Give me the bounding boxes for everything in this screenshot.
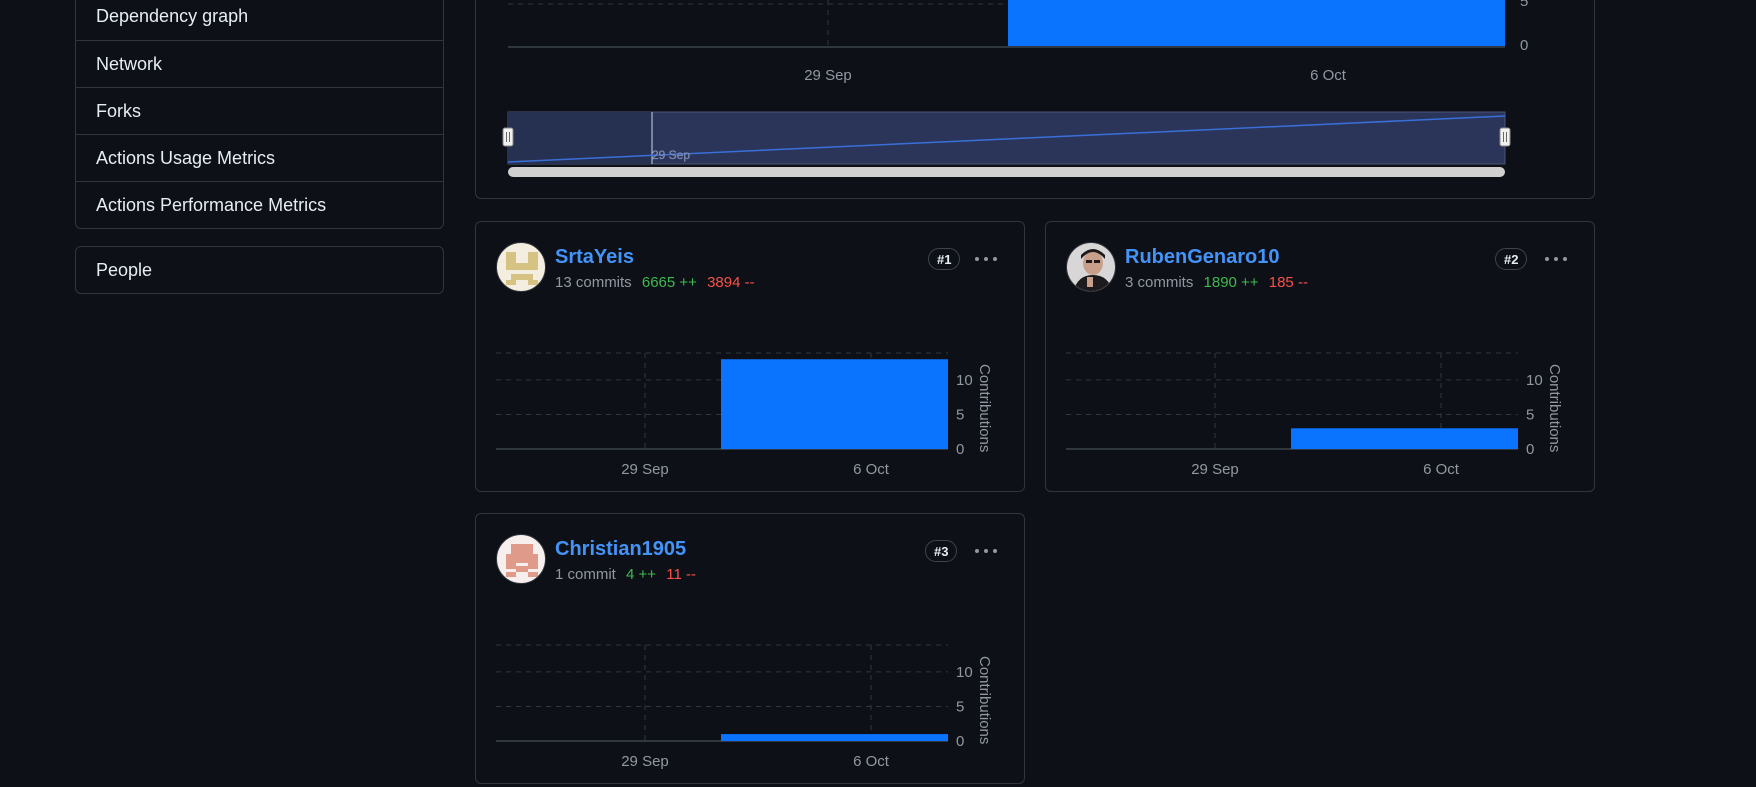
y-tick-label: 0: [956, 441, 964, 458]
y-tick-label: 10: [956, 664, 973, 681]
rank-badge: #1: [928, 248, 961, 270]
range-handle-left[interactable]: [502, 127, 514, 147]
contributor-card: SrtaYeis 13 commits 6665 ++ 3894 -- #1 1…: [475, 221, 1025, 492]
contribution-bar: [721, 734, 948, 741]
additions-count: 4 ++: [626, 566, 657, 583]
contribution-bar: [1291, 428, 1518, 449]
additions-count: 1890 ++: [1203, 274, 1259, 291]
range-navigator-label: 29 Sep: [652, 148, 690, 162]
x-tick-label: 6 Oct: [853, 461, 890, 478]
photo-avatar-icon[interactable]: [1066, 242, 1116, 292]
overview-bar: [1008, 0, 1505, 46]
overview-y-tick: 0: [1520, 37, 1528, 54]
kebab-menu-icon[interactable]: [973, 246, 1003, 272]
contributor-stats: 3 commits 1890 ++ 185 --: [1125, 274, 1308, 291]
x-tick-label: 29 Sep: [1191, 461, 1239, 478]
identicon-avatar-icon[interactable]: [496, 534, 546, 584]
contributor-name-link[interactable]: Christian1905: [555, 538, 686, 561]
y-tick-label: 0: [1526, 441, 1534, 458]
y-tick-label: 5: [956, 698, 964, 715]
y-tick-label: 5: [1526, 406, 1534, 423]
commit-count-link[interactable]: 1 commit: [555, 566, 616, 583]
y-tick-label: 10: [1526, 372, 1543, 389]
rank-badge: #2: [1495, 248, 1528, 270]
x-tick-label: 6 Oct: [1423, 461, 1460, 478]
overview-y-tick: 5: [1520, 0, 1528, 10]
kebab-menu-icon[interactable]: [973, 538, 1003, 564]
contributor-card: RubenGenaro10 3 commits 1890 ++ 185 -- #…: [1045, 221, 1595, 492]
contributor-name-link[interactable]: RubenGenaro10: [1125, 246, 1279, 269]
people-nav: People: [75, 246, 444, 294]
contributor-name-link[interactable]: SrtaYeis: [555, 246, 634, 269]
rank-badge: #3: [925, 540, 958, 562]
contributor-stats: 13 commits 6665 ++ 3894 --: [555, 274, 755, 291]
contributor-stats: 1 commit 4 ++ 11 --: [555, 566, 696, 583]
range-handle-right[interactable]: [1499, 127, 1511, 147]
commit-count-link[interactable]: 3 commits: [1125, 274, 1193, 291]
overview-x-tick: 29 Sep: [804, 67, 852, 84]
contribution-bar: [721, 359, 948, 449]
y-tick-label: 5: [956, 406, 964, 423]
y-axis-label: Contributions: [1546, 364, 1563, 452]
kebab-menu-icon[interactable]: [1543, 246, 1573, 272]
y-tick-label: 0: [956, 733, 964, 750]
range-scrollbar[interactable]: [508, 167, 1505, 177]
y-axis-label: Contributions: [976, 364, 993, 452]
additions-count: 6665 ++: [641, 274, 697, 291]
contributor-chart: 10 5 0 29 Sep 6 Oct Contributions: [1066, 352, 1563, 478]
deletions-count: 185 --: [1268, 274, 1308, 291]
overview-x-tick: 6 Oct: [1310, 67, 1347, 84]
y-tick-label: 10: [956, 372, 973, 389]
contributor-chart: 10 5 0 29 Sep 6 Oct Contributions: [496, 352, 993, 478]
y-axis-label: Contributions: [976, 656, 993, 744]
commit-count-link[interactable]: 13 commits: [555, 274, 632, 291]
x-tick-label: 29 Sep: [621, 753, 669, 770]
overview-chart: 5 0 29 Sep 6 Oct 29 Sep: [502, 0, 1528, 177]
deletions-count: 3894 --: [707, 274, 755, 291]
nav-item-people[interactable]: People: [76, 247, 443, 293]
contributor-chart: 10 5 0 29 Sep 6 Oct Contributions: [496, 644, 993, 770]
x-tick-label: 6 Oct: [853, 753, 890, 770]
identicon-avatar-icon[interactable]: [496, 242, 546, 292]
x-tick-label: 29 Sep: [621, 461, 669, 478]
contributor-card: Christian1905 1 commit 4 ++ 11 -- #3 10 5…: [475, 513, 1025, 784]
deletions-count: 11 --: [666, 566, 696, 583]
